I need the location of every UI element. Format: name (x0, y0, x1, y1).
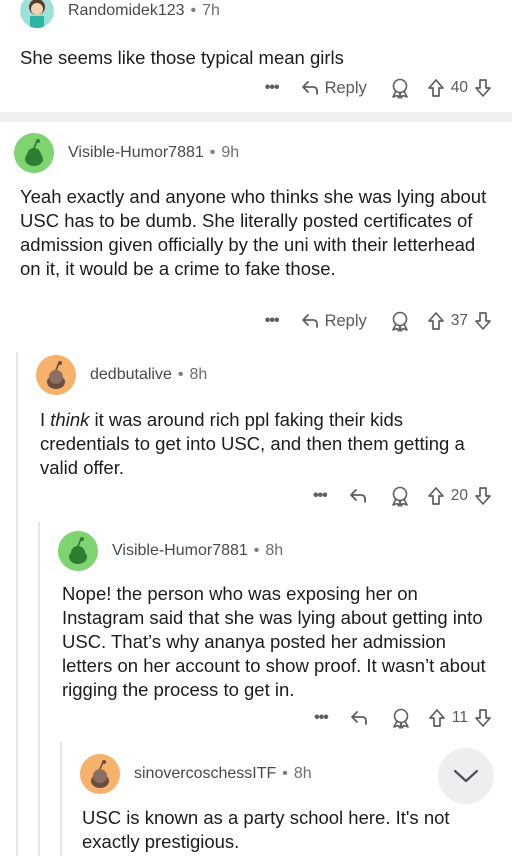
reply-arrow-icon (349, 489, 366, 503)
vote-score: 20 (450, 487, 468, 504)
comment-actions: ••• 11 (314, 706, 492, 730)
comment-username[interactable]: Randomidek123 (68, 2, 185, 20)
more-options-button[interactable]: ••• (265, 79, 280, 97)
comment-timestamp: 8h (293, 765, 312, 782)
comment-actions: ••• 20 (313, 484, 492, 508)
reply-button[interactable]: Reply (301, 312, 367, 331)
chevron-down-icon (453, 769, 479, 783)
thread-line (16, 352, 18, 856)
downvote-button[interactable] (474, 708, 492, 728)
comment-body-text: it was around rich ppl faking their kids… (40, 409, 465, 478)
avatar[interactable] (36, 355, 76, 395)
separator-dot: • (190, 2, 197, 19)
downvote-arrow-icon (475, 79, 491, 97)
downvote-arrow-icon (475, 709, 491, 727)
upvote-button[interactable] (427, 78, 445, 98)
more-options-button[interactable]: ••• (313, 487, 328, 505)
downvote-button[interactable] (474, 486, 492, 506)
award-button[interactable] (390, 707, 412, 729)
more-options-button[interactable]: ••• (314, 709, 329, 727)
upvote-arrow-icon (427, 79, 444, 97)
reply-arrow-icon (351, 711, 367, 725)
more-options-button[interactable]: ••• (265, 312, 280, 330)
award-icon (391, 311, 408, 332)
reply-button[interactable] (350, 710, 368, 726)
vote-score: 37 (450, 312, 468, 329)
award-button[interactable] (389, 310, 411, 332)
comment-username[interactable]: Visible-Humor7881 (112, 542, 248, 560)
comment-body: Nope! the person who was exposing her on… (62, 583, 486, 700)
thread-line (38, 522, 40, 856)
reply-button[interactable] (349, 488, 367, 504)
award-button[interactable] (389, 485, 411, 507)
avatar[interactable] (14, 133, 54, 173)
avatar-snoo-icon (36, 355, 76, 395)
upvote-button[interactable] (427, 311, 445, 331)
comment-body: I think it was around rich ppl faking th… (40, 408, 495, 480)
comment-separator (0, 112, 512, 122)
reply-arrow-icon (301, 314, 318, 328)
award-icon (391, 486, 408, 507)
upvote-arrow-icon (427, 312, 444, 330)
comment-body: USC is known as a party school here. It'… (82, 807, 450, 852)
separator-dot: • (253, 542, 260, 559)
comment-timestamp: 9h (221, 144, 240, 161)
upvote-arrow-icon (429, 709, 445, 727)
comment-username[interactable]: dedbutalive (90, 366, 172, 384)
upvote-button[interactable] (427, 486, 445, 506)
comment-body: Yeah exactly and anyone who thinks she w… (20, 186, 487, 279)
comment-username[interactable]: sinovercoschessITF (134, 765, 276, 783)
separator-dot: • (282, 765, 288, 782)
avatar[interactable] (80, 754, 120, 794)
comment-actions: ••• Reply 40 (265, 76, 492, 100)
award-button[interactable] (389, 77, 411, 99)
avatar-snoo-icon (80, 754, 120, 794)
downvote-arrow-icon (475, 487, 491, 505)
avatar[interactable] (20, 0, 54, 28)
award-icon (391, 78, 408, 99)
reply-label: Reply (324, 311, 367, 330)
comment-actions: ••• Reply 37 (265, 309, 492, 333)
scroll-down-button[interactable] (438, 748, 494, 804)
separator-dot: • (209, 144, 216, 161)
avatar-snoo-icon (20, 0, 54, 28)
reply-button[interactable]: Reply (301, 79, 367, 98)
comment-body: She seems like those typical mean girls (20, 47, 344, 68)
award-icon (393, 708, 409, 729)
vote-score: 11 (451, 709, 468, 726)
reply-arrow-icon (301, 81, 318, 95)
emphasis-text: think (50, 409, 90, 430)
thread-line (60, 742, 62, 856)
comment-timestamp: 8h (189, 366, 208, 383)
downvote-button[interactable] (474, 311, 492, 331)
reply-label: Reply (324, 78, 367, 97)
avatar-snoo-icon (58, 531, 98, 571)
avatar-snoo-icon (14, 133, 54, 173)
downvote-button[interactable] (474, 78, 492, 98)
comment-body-text: I (40, 409, 51, 430)
upvote-button[interactable] (428, 708, 446, 728)
comment-username[interactable]: Visible-Humor7881 (68, 144, 204, 162)
vote-score: 40 (450, 79, 468, 96)
downvote-arrow-icon (475, 312, 491, 330)
comment-timestamp: 7h (202, 2, 220, 19)
separator-dot: • (177, 366, 184, 383)
comment-timestamp: 8h (265, 542, 284, 559)
avatar[interactable] (58, 531, 98, 571)
upvote-arrow-icon (427, 487, 444, 505)
